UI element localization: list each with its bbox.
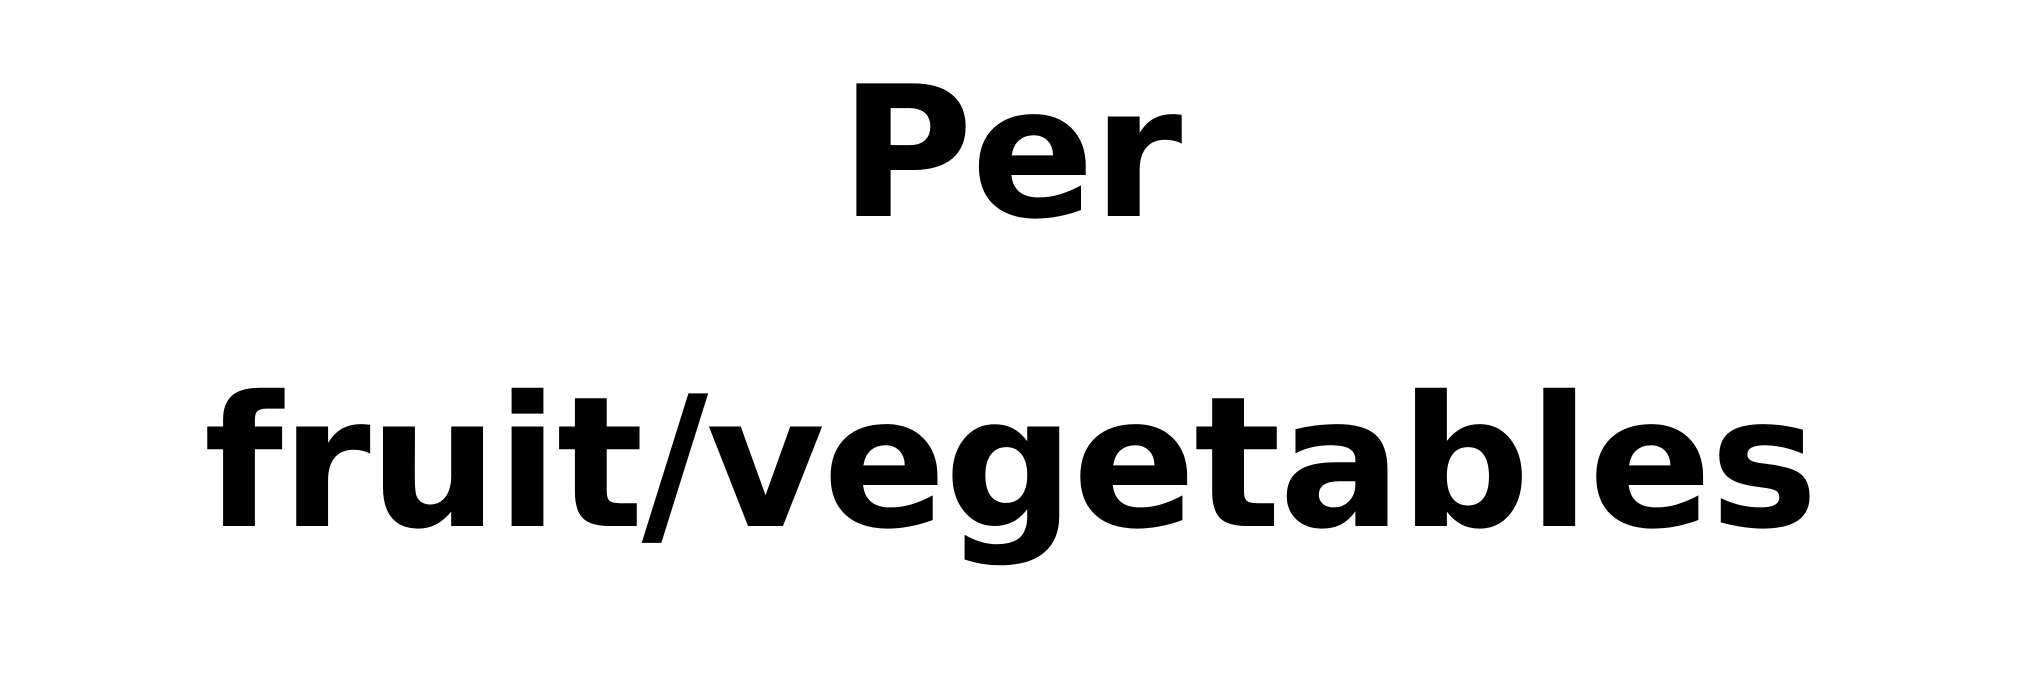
heading-line-1: Per [839, 47, 1183, 259]
heading-line-2: fruit/vegetables [203, 357, 1818, 569]
slide-canvas: Per fruit/vegetables [0, 0, 2020, 674]
